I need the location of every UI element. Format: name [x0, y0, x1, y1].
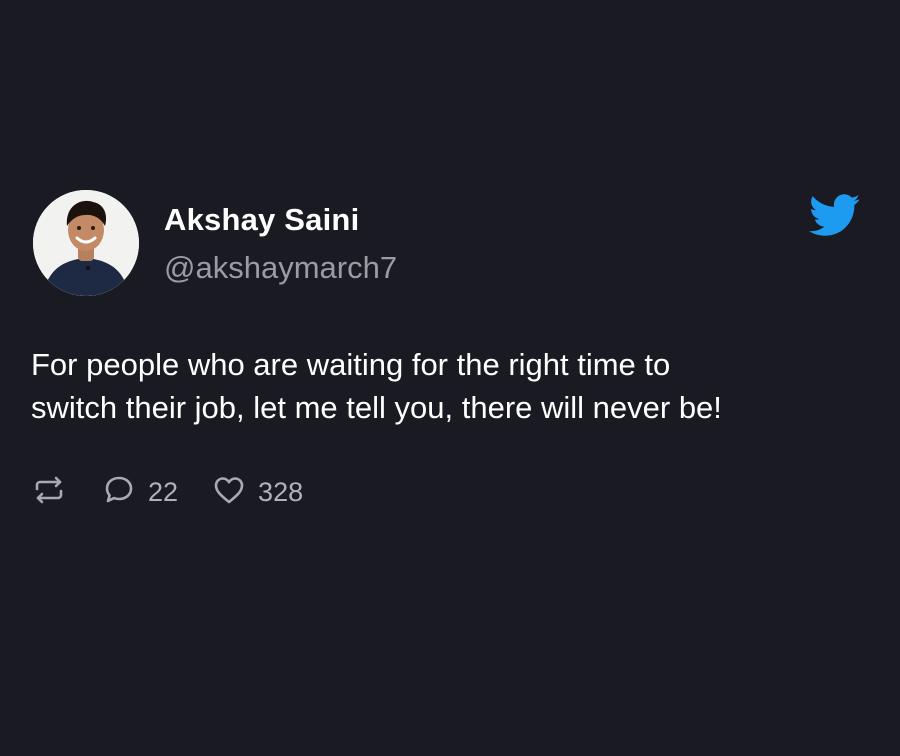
like-count: 328	[258, 476, 304, 507]
tweet-card: Akshay Saini @akshaymarch7 For people wh…	[0, 0, 900, 756]
tweet-text-line: switch their job, let me tell you, there…	[31, 390, 722, 425]
author-name[interactable]: Akshay Saini	[164, 202, 359, 238]
avatar-photo	[33, 190, 139, 296]
author-handle[interactable]: @akshaymarch7	[164, 250, 397, 286]
comment-icon	[103, 474, 135, 511]
twitter-bird-icon	[808, 194, 861, 242]
tweet-text: For people who are waiting for the right…	[31, 343, 871, 429]
avatar[interactable]	[33, 190, 139, 296]
tweet-text-line: For people who are waiting for the right…	[31, 347, 671, 382]
heart-icon	[213, 475, 245, 510]
tweet-actions: 22 328	[33, 472, 303, 512]
retweet-button[interactable]	[33, 476, 65, 509]
like-button[interactable]: 328	[213, 475, 303, 510]
retweet-icon	[33, 476, 65, 509]
reply-count: 22	[148, 476, 179, 507]
reply-button[interactable]: 22	[103, 474, 178, 511]
